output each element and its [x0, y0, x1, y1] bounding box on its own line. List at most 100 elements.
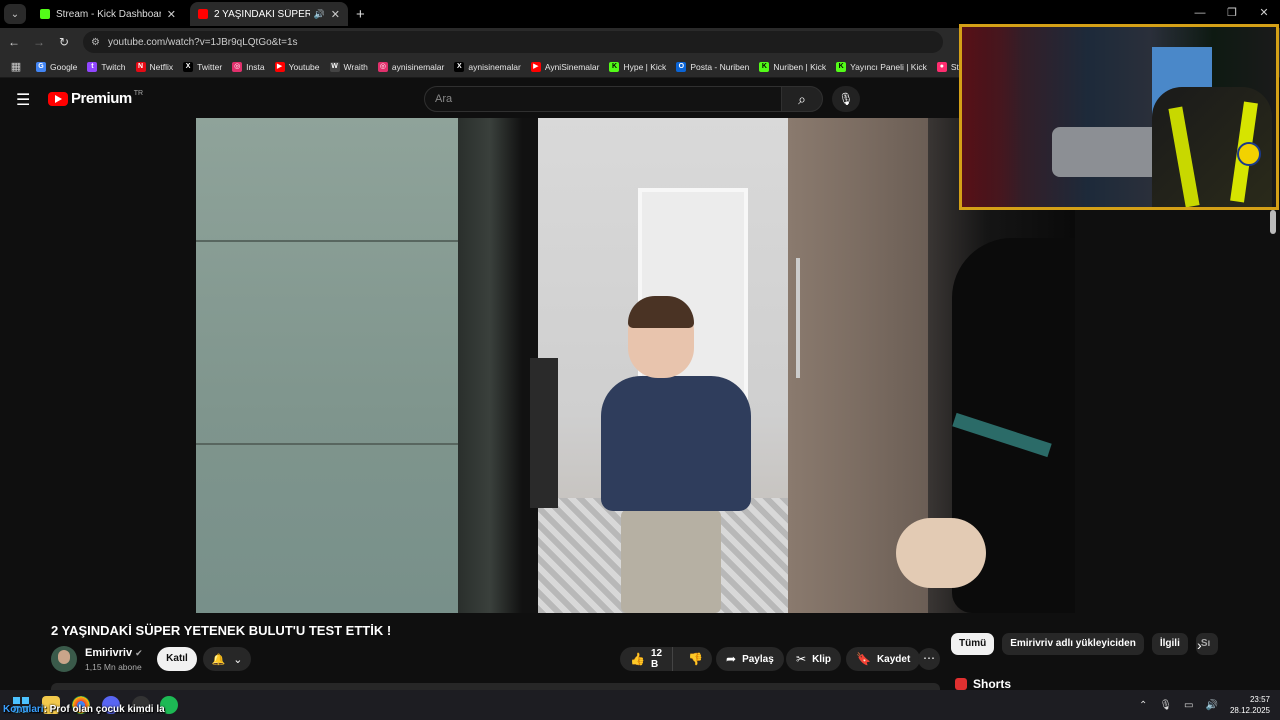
shorts-icon: [955, 678, 967, 690]
close-icon[interactable]: ✕: [167, 8, 176, 21]
system-clock[interactable]: 23:57 28.12.2025: [1230, 694, 1270, 716]
stream-ticker: Konulari: Prof olan çocuk kimdi la: [3, 704, 165, 715]
club-badge-icon: [1237, 142, 1261, 166]
bookmark-item[interactable]: t Twitch: [87, 61, 126, 72]
bookmark-item[interactable]: ◎ Insta: [232, 61, 265, 72]
bookmark-item[interactable]: K Hype | Kick: [609, 61, 666, 72]
bookmark-item[interactable]: N Netflix: [135, 61, 173, 72]
shorts-heading: Shorts: [955, 677, 1011, 691]
wraith-icon: W: [329, 61, 340, 72]
tab-youtube-video[interactable]: 2 YAŞINDAKİ SÜPER YETENEK 🔊 ✕: [190, 2, 348, 26]
chevron-down-icon: ⌄: [233, 653, 243, 666]
share-icon: ➦: [726, 652, 737, 666]
instagram-icon: ◎: [377, 61, 388, 72]
bookmark-item[interactable]: ▶ AyniSinemalar: [530, 61, 599, 72]
kick-icon: K: [759, 61, 770, 72]
scissors-icon: ✂: [796, 652, 807, 666]
related-filter-chips: Tümü Emirivriv adlı yükleyiciden İlgili …: [951, 633, 1218, 655]
instagram-icon: ◎: [232, 61, 243, 72]
share-button[interactable]: ➦ Paylaş: [716, 647, 784, 671]
bookmark-item[interactable]: W Wraith: [329, 61, 368, 72]
more-actions-button[interactable]: ⋯: [918, 648, 940, 670]
bookmark-item[interactable]: X Twitter: [183, 61, 222, 72]
kick-icon: K: [609, 61, 620, 72]
windows-taskbar: [0, 690, 1280, 720]
forward-icon[interactable]: →: [28, 35, 50, 49]
bookmark-item[interactable]: K Nuriben | Kick: [759, 61, 826, 72]
voice-search-button[interactable]: 🎙: [832, 86, 860, 112]
address-url: youtube.com/watch?v=1JBr9qLQtGo&t=1s: [107, 36, 298, 48]
video-scene-child-body: [601, 376, 751, 511]
webcam-overlay: [959, 24, 1279, 210]
speaker-icon[interactable]: 🔊: [314, 9, 325, 20]
like-dislike-group: 👍 12 B 👎: [620, 647, 712, 671]
video-title: 2 YAŞINDAKİ SÜPER YETENEK BULUT'U TEST E…: [51, 623, 392, 638]
chevron-right-icon[interactable]: ›: [1197, 637, 1202, 653]
bookmark-item[interactable]: O Posta - Nuriben: [676, 61, 749, 72]
netflix-icon: N: [135, 61, 146, 72]
search-button[interactable]: ⌕: [781, 86, 823, 112]
tab-search-button[interactable]: ⌄: [4, 4, 26, 24]
dislike-button[interactable]: 👎: [679, 652, 712, 666]
video-scene-doorframe: [458, 118, 538, 613]
search-icon: ⌕: [798, 91, 806, 107]
verified-icon: ✔: [135, 648, 143, 658]
address-bar[interactable]: ⚙ youtube.com/watch?v=1JBr9qLQtGo&t=1s: [83, 31, 943, 53]
join-button[interactable]: Katıl: [157, 647, 197, 671]
microphone-icon: 🎙: [838, 92, 854, 106]
like-button[interactable]: 👍 12 B: [620, 647, 674, 671]
microphone-icon[interactable]: 🎙: [1159, 700, 1172, 711]
clip-button[interactable]: ✂ Klip: [786, 647, 841, 671]
brand-label: Premium: [71, 90, 132, 107]
chip-all[interactable]: Tümü: [951, 633, 995, 655]
video-scene-hand: [896, 518, 986, 588]
close-icon[interactable]: ✕: [331, 8, 340, 21]
notification-button[interactable]: 🔔 ⌄: [203, 647, 251, 671]
subscriber-count: 1,15 Mn abone: [85, 662, 142, 672]
youtube-icon: ▶: [530, 61, 541, 72]
kick-icon: K: [836, 61, 847, 72]
tab-title: Stream - Kick Dashboard: [56, 8, 161, 20]
video-scene-person: [530, 358, 558, 508]
volume-icon[interactable]: 🔊: [1206, 700, 1218, 711]
bookmark-item[interactable]: G Google: [36, 61, 77, 72]
bookmark-item[interactable]: Xaynisinemalar: [454, 61, 521, 72]
tab-title: 2 YAŞINDAKİ SÜPER YETENEK: [214, 8, 310, 20]
bookmark-item[interactable]: K Yayıncı Paneli | Kick: [836, 61, 927, 72]
country-code: TR: [133, 90, 144, 97]
outlook-icon: O: [676, 61, 687, 72]
system-tray: ⌃ 🎙 ▭ 🔊 23:57 28.12.2025: [1139, 690, 1270, 720]
thumbs-up-icon: 👍: [630, 652, 645, 666]
bookmark-item[interactable]: ▶ Youtube: [274, 61, 320, 72]
more-horizontal-icon: ⋯: [923, 651, 935, 665]
channel-avatar[interactable]: [51, 646, 77, 672]
bookmark-item[interactable]: ◎ aynisinemalar: [377, 61, 444, 72]
video-scene-wall: [196, 118, 458, 613]
scrollbar-thumb[interactable]: [1270, 210, 1276, 234]
video-player[interactable]: [196, 118, 1075, 613]
reload-icon[interactable]: ↻: [53, 35, 75, 49]
kick-icon: [40, 9, 50, 19]
display-icon[interactable]: ▭: [1184, 700, 1193, 711]
save-button[interactable]: 🔖 Kaydet: [846, 647, 921, 671]
new-tab-button[interactable]: +: [356, 6, 365, 23]
x-icon: X: [454, 61, 465, 72]
stream-icon: ●: [936, 61, 947, 72]
back-icon[interactable]: ←: [3, 35, 25, 49]
youtube-play-icon: [48, 91, 68, 106]
youtube-icon: ▶: [274, 61, 285, 72]
site-info-icon[interactable]: ⚙: [91, 37, 100, 48]
youtube-logo[interactable]: Premium TR: [48, 90, 143, 107]
search-input[interactable]: [424, 86, 782, 112]
chip-related[interactable]: İlgili: [1151, 633, 1188, 655]
video-scene-child-legs: [621, 510, 721, 613]
channel-name[interactable]: Emirivriv ✔: [85, 647, 143, 659]
chevron-up-icon[interactable]: ⌃: [1139, 700, 1147, 711]
menu-icon[interactable]: ☰: [16, 90, 30, 110]
tab-kick-dashboard[interactable]: Stream - Kick Dashboard ✕: [32, 2, 184, 26]
apps-grid-icon[interactable]: ▦: [6, 60, 26, 73]
google-icon: G: [36, 61, 46, 72]
youtube-icon: [198, 9, 208, 19]
bell-icon: 🔔: [211, 653, 226, 666]
chip-from-uploader[interactable]: Emirivriv adlı yükleyiciden: [1002, 633, 1144, 655]
